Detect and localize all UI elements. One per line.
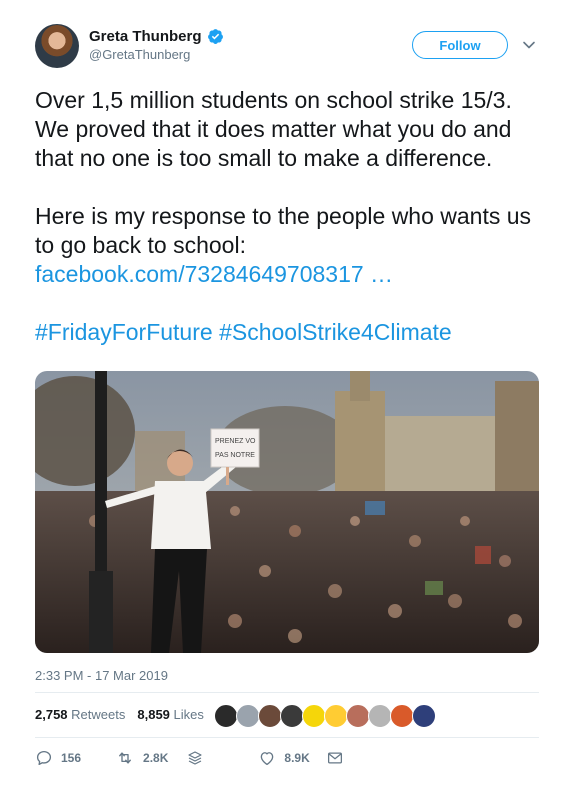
liker-avatar[interactable] xyxy=(214,704,238,728)
engagement-stats: 2,758 Retweets 8,859 Likes xyxy=(35,707,204,722)
hashtag-fridayforfuture[interactable]: #FridayForFuture xyxy=(35,319,213,345)
reply-icon xyxy=(36,750,52,766)
direct-message-action[interactable] xyxy=(326,749,344,767)
like-count: 8.9K xyxy=(284,751,310,765)
reply-count: 156 xyxy=(61,751,82,765)
retweets-stat[interactable]: 2,758 Retweets xyxy=(35,707,125,722)
heart-icon xyxy=(261,752,274,766)
author-display-name[interactable]: Greta Thunberg xyxy=(89,28,202,45)
sign-text-line1: PRENEZ VO xyxy=(215,438,256,445)
likes-stat[interactable]: 8,859 Likes xyxy=(137,707,204,722)
author-handle[interactable]: @GretaThunberg xyxy=(89,47,190,62)
facebook-link[interactable]: facebook.com/73284649708317 … xyxy=(35,261,393,287)
chevron-down-icon[interactable] xyxy=(522,38,536,52)
retweets-count: 2,758 xyxy=(35,707,68,722)
share-action[interactable] xyxy=(186,749,204,767)
liker-avatar[interactable] xyxy=(236,704,260,728)
likes-count: 8,859 xyxy=(137,707,170,722)
retweet-icon xyxy=(119,752,131,764)
liker-avatar[interactable] xyxy=(346,704,370,728)
hashtag-schoolstrike4climate[interactable]: #SchoolStrike4Climate xyxy=(219,319,452,345)
liker-avatar[interactable] xyxy=(302,704,326,728)
author-name-row: Greta Thunberg xyxy=(89,25,224,47)
tweet-text: Over 1,5 million students on school stri… xyxy=(35,86,545,347)
protest-photo-illustration: PRENEZ VO PAS NOTRE xyxy=(35,371,539,653)
tweet-photo[interactable]: PRENEZ VO PAS NOTRE xyxy=(35,371,539,653)
retweet-action[interactable]: 2.8K xyxy=(115,749,168,767)
tweet-timestamp[interactable]: 2:33 PM - 17 Mar 2019 xyxy=(35,668,168,683)
envelope-icon xyxy=(327,752,342,764)
tweet-hashtags: #FridayForFuture #SchoolStrike4Climate xyxy=(35,318,545,347)
like-action[interactable]: 8.9K xyxy=(258,749,310,767)
divider-bottom xyxy=(35,737,539,738)
tweet-paragraph-2: Here is my response to the people who wa… xyxy=(35,202,545,289)
retweets-label: Retweets xyxy=(71,707,126,722)
liker-avatar[interactable] xyxy=(412,704,436,728)
liker-avatar[interactable] xyxy=(390,704,414,728)
retweet-count: 2.8K xyxy=(143,751,169,765)
follow-button[interactable]: Follow xyxy=(412,31,508,59)
layers-icon xyxy=(188,751,202,765)
likes-label: Likes xyxy=(173,707,204,722)
verified-badge-icon xyxy=(207,28,223,44)
sign-text-line2: PAS NOTRE xyxy=(215,452,255,459)
tweet-actions: 156 2.8K 8.9K xyxy=(35,749,344,767)
reply-action[interactable]: 156 xyxy=(35,749,81,767)
liker-avatar[interactable] xyxy=(368,704,392,728)
liker-avatars xyxy=(214,704,436,728)
author-avatar[interactable] xyxy=(35,24,79,68)
liker-avatar[interactable] xyxy=(324,704,348,728)
tweet-paragraph-2-text: Here is my response to the people who wa… xyxy=(35,203,532,258)
liker-avatar[interactable] xyxy=(280,704,304,728)
divider-top xyxy=(35,692,539,693)
liker-avatar[interactable] xyxy=(258,704,282,728)
tweet-paragraph-1: Over 1,5 million students on school stri… xyxy=(35,87,512,171)
